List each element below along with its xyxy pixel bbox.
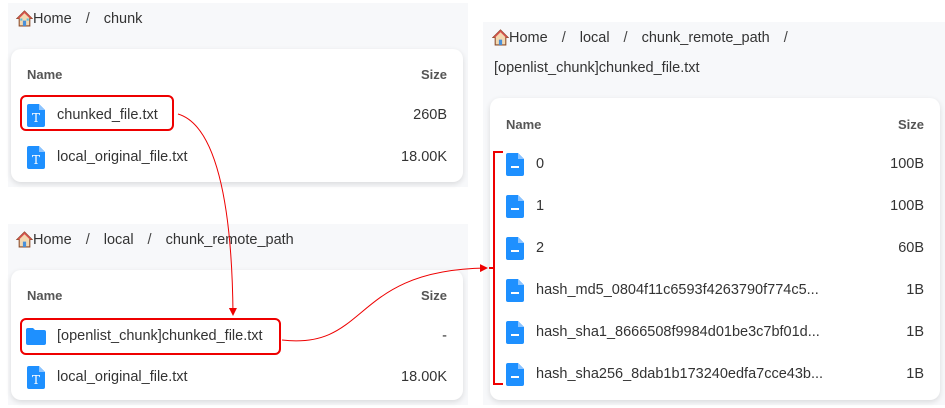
home-icon	[16, 231, 33, 248]
svg-text:T: T	[32, 153, 40, 167]
file-icon	[506, 237, 524, 260]
file-icon	[506, 363, 524, 386]
file-row[interactable]: 0 100B	[490, 149, 940, 179]
breadcrumb-item[interactable]: chunk_remote_path	[642, 30, 770, 46]
breadcrumb-item[interactable]: local	[580, 30, 610, 46]
breadcrumb-item[interactable]: chunk	[104, 11, 143, 27]
breadcrumb-home[interactable]: Home	[33, 11, 72, 27]
column-header-size[interactable]: Size	[421, 67, 447, 82]
column-header-name[interactable]: Name	[27, 67, 62, 82]
column-header-size[interactable]: Size	[898, 117, 924, 132]
breadcrumb-home[interactable]: Home	[509, 30, 548, 46]
file-row[interactable]: hash_md5_0804f11c6593f4263790f774c5... 1B	[490, 275, 940, 305]
column-header-name[interactable]: Name	[27, 288, 62, 303]
file-row[interactable]: hash_sha1_8666508f9984d01be3c7bf01d... 1B	[490, 317, 940, 347]
panel-remote-path-folder: Home / local / chunk_remote_path Name Size …	[8, 224, 468, 405]
file-icon	[506, 195, 524, 218]
file-icon	[506, 279, 524, 302]
file-row[interactable]: 1 100B	[490, 191, 940, 221]
home-icon	[16, 10, 33, 27]
panel-chunk-contents: Home / local / chunk_remote_path / [openlis…	[483, 22, 945, 405]
file-icon	[506, 153, 524, 176]
column-header-size[interactable]: Size	[421, 288, 447, 303]
highlight-chunked-file	[20, 95, 174, 131]
breadcrumb: Home / chunk	[16, 10, 142, 27]
breadcrumb-item[interactable]: chunk_remote_path	[166, 232, 294, 248]
file-row[interactable]: hash_sha256_8dab1b173240edfa7cce43b... 1B	[490, 359, 940, 389]
text-file-icon: T	[27, 146, 45, 169]
highlight-chunk-folder	[20, 318, 281, 355]
breadcrumb-item[interactable]: local	[104, 232, 134, 248]
file-icon	[506, 321, 524, 344]
breadcrumb-home[interactable]: Home	[33, 232, 72, 248]
file-row[interactable]: Tlocal_original_file.txt 18.00K	[11, 362, 463, 392]
home-icon	[492, 29, 509, 46]
file-row[interactable]: 2 60B	[490, 233, 940, 263]
breadcrumb: Home / local / chunk_remote_path	[16, 231, 294, 248]
breadcrumb-current[interactable]: [openlist_chunk]chunked_file.txt	[494, 60, 700, 76]
breadcrumb: Home / local / chunk_remote_path /	[492, 29, 802, 46]
file-row[interactable]: Tlocal_original_file.txt 18.00K	[11, 142, 463, 172]
svg-text:T: T	[32, 373, 40, 387]
file-list: Name Size 0 100B 1 100B 2 60B hash_md5_0804f11c…	[490, 98, 940, 400]
column-header-name[interactable]: Name	[506, 117, 541, 132]
text-file-icon: T	[27, 366, 45, 389]
